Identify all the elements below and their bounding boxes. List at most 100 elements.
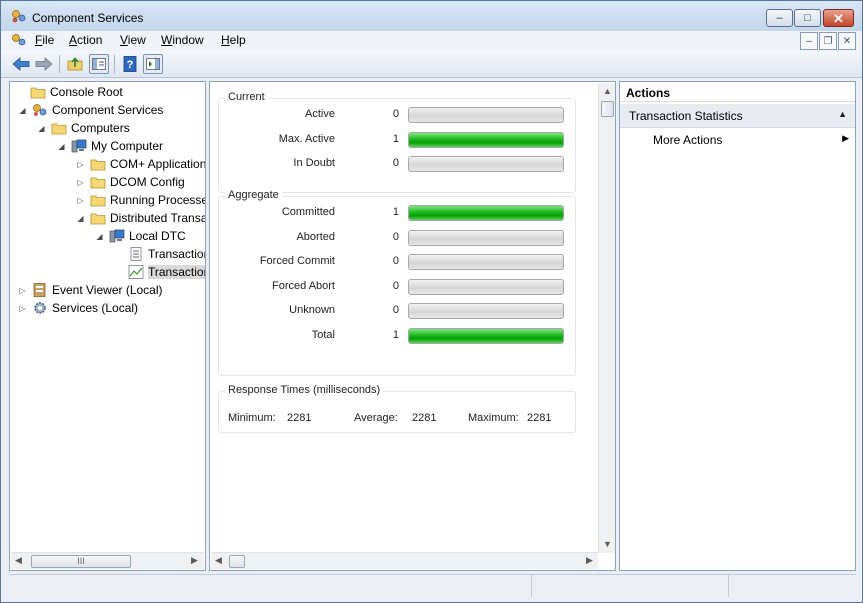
child-close-button[interactable]: ✕ (838, 32, 856, 50)
help-button[interactable]: ? (120, 54, 140, 74)
expand-icon[interactable]: ▷ (18, 286, 27, 295)
show-hide-tree-icon (92, 58, 106, 70)
progress-bar (408, 131, 564, 148)
scroll-right-icon[interactable]: ▶ (191, 555, 198, 566)
expand-icon[interactable]: ▷ (76, 160, 85, 169)
tree-item-local-dtc[interactable]: ◢ Local DTC (95, 227, 186, 245)
show-hide-action-pane-button[interactable] (143, 54, 163, 74)
maximize-button[interactable]: □ (794, 9, 821, 27)
tree-item-my-computer[interactable]: ◢ My Computer (57, 137, 163, 155)
progress-bar (408, 303, 564, 319)
tree-item-transaction-list[interactable]: Transaction List (114, 245, 206, 263)
tree-item-running-processes[interactable]: ▷ Running Processes (76, 191, 205, 209)
close-button[interactable]: ✕ (823, 9, 854, 27)
progress-bar-fill (409, 328, 563, 343)
collapse-icon[interactable]: ◢ (95, 232, 104, 241)
event-viewer-icon (33, 283, 46, 297)
tree-item-label: DCOM Config (110, 175, 185, 189)
tree-item-console-root[interactable]: Console Root (16, 83, 123, 101)
actions-section-transaction-statistics[interactable]: Transaction Statistics ▲ (620, 104, 855, 128)
collapse-icon[interactable]: ◢ (57, 142, 66, 151)
stats-horizontal-scrollbar[interactable]: ◀ ▶ (211, 552, 598, 569)
menu-action[interactable]: Action (69, 33, 102, 47)
scroll-thumb[interactable] (229, 555, 245, 568)
toolbar-separator (59, 55, 60, 73)
menu-help-accel: H (221, 33, 230, 47)
back-button[interactable] (11, 54, 31, 74)
tree-item-label: Transaction List (148, 247, 206, 261)
mmc-document-icon[interactable] (11, 33, 27, 47)
progress-bar (408, 278, 564, 295)
menu-view[interactable]: View (120, 33, 146, 47)
tree-item-label: COM+ Applications (110, 157, 206, 171)
more-actions-item[interactable]: More Actions ▶ (620, 130, 855, 150)
statistics-pane: Current Active 0 Max. Active 1 In Doubt 0 Agg… (209, 81, 616, 571)
aggregate-row-total: Total 1 (219, 327, 575, 344)
tree-item-label: Computers (71, 121, 130, 135)
progress-bar (408, 205, 564, 221)
tree-item-com-applications[interactable]: ▷ COM+ Applications (76, 155, 206, 173)
show-hide-tree-button[interactable] (89, 54, 109, 74)
tree-item-event-viewer-local[interactable]: ▷ Event Viewer (Local) (18, 281, 162, 299)
child-restore-button[interactable]: ❐ (819, 32, 837, 50)
stat-label: Unknown (289, 304, 335, 316)
scroll-left-icon[interactable]: ◀ (215, 555, 222, 566)
folder-icon (90, 213, 106, 225)
status-cell (531, 575, 728, 597)
collapse-icon[interactable]: ◢ (18, 106, 27, 115)
child-minimize-button[interactable]: – (800, 32, 818, 50)
up-one-level-button[interactable] (65, 54, 85, 74)
aggregate-row-forced-abort: Forced Abort 0 (219, 278, 575, 295)
close-icon: ✕ (833, 10, 844, 26)
stat-label: Committed (281, 206, 335, 218)
actions-pane: Actions Transaction Statistics ▲ More Ac… (619, 81, 856, 571)
stat-label: Aborted (296, 230, 335, 243)
aggregate-group: Aggregate Committed 1 Aborted 0 Forced Commi… (218, 189, 576, 376)
minimize-button[interactable]: – (766, 9, 793, 27)
tree-item-computers[interactable]: ◢ Computers (37, 119, 130, 137)
tree-horizontal-scrollbar[interactable]: ◀ III ▶ (11, 552, 204, 569)
expand-icon[interactable]: ▷ (76, 178, 85, 187)
stat-value: 1 (392, 328, 399, 341)
collapse-icon[interactable]: ◢ (37, 124, 46, 133)
scroll-thumb[interactable] (601, 101, 614, 117)
show-hide-action-pane-icon (146, 58, 160, 70)
maximum-value: 2281 (527, 412, 552, 424)
aggregate-row-aborted: Aborted 0 (219, 229, 575, 246)
actions-section-label: Transaction Statistics (629, 109, 743, 123)
scroll-up-icon[interactable]: ▲ (603, 86, 612, 96)
expand-icon[interactable]: ▷ (18, 304, 27, 313)
tree-item-transaction-statistics[interactable]: Transaction Statistics (114, 263, 205, 281)
stat-value: 1 (392, 206, 399, 218)
collapse-icon[interactable]: ▲ (838, 109, 847, 119)
collapse-icon[interactable]: ◢ (76, 214, 85, 223)
tree-item-services-local[interactable]: ▷ Services (Local) (18, 299, 138, 317)
tree-item-distributed-transaction-coordinator[interactable]: ◢ Distributed Transaction Coordinator (76, 209, 205, 227)
current-group-title: Current (225, 91, 268, 103)
folder-icon (51, 123, 67, 135)
menu-bar: File Action View Window Help – ❐ ✕ (1, 31, 862, 51)
scroll-right-icon[interactable]: ▶ (586, 555, 593, 566)
expand-icon[interactable]: ▷ (76, 196, 85, 205)
scroll-left-icon[interactable]: ◀ (15, 555, 22, 566)
scroll-thumb[interactable]: III (31, 555, 131, 568)
stats-vertical-scrollbar[interactable]: ▲ ▼ (598, 83, 615, 553)
tree-item-dcom-config[interactable]: ▷ DCOM Config (76, 173, 185, 191)
title-bar[interactable]: Component Services – □ ✕ (1, 1, 862, 31)
tree-item-label: Local DTC (129, 229, 186, 243)
computer-icon (71, 139, 87, 153)
progress-bar (408, 107, 564, 123)
progress-bar (408, 327, 564, 344)
folder-icon (90, 195, 106, 207)
scroll-down-icon[interactable]: ▼ (603, 539, 612, 549)
menu-file[interactable]: File (35, 33, 54, 47)
menu-window[interactable]: Window (161, 33, 204, 47)
forward-button[interactable] (34, 54, 54, 74)
console-tree[interactable]: Console Root ◢ Component Services ◢ Computer… (9, 81, 206, 571)
menu-help[interactable]: Help (221, 33, 246, 47)
response-times-group: Response Times (milliseconds) Minimum: 2… (218, 384, 576, 433)
tree-item-component-services[interactable]: ◢ Component Services (18, 101, 163, 119)
tree-item-label: My Computer (91, 139, 164, 153)
